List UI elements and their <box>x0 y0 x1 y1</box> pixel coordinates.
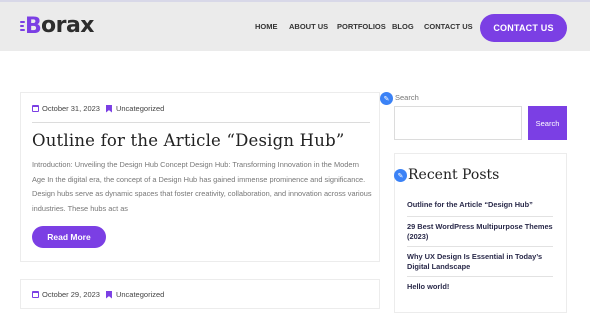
search-button[interactable]: Search <box>528 106 567 140</box>
edit-pencil-icon[interactable]: ✎ <box>394 169 407 182</box>
calendar-icon <box>32 291 39 298</box>
recent-post-link[interactable]: 29 Best WordPress Multipurpose Themes (2… <box>407 222 557 242</box>
divider <box>407 246 553 247</box>
post-card: October 31, 2023 Uncategorized Outline f… <box>20 92 380 262</box>
post-category[interactable]: Uncategorized <box>116 290 164 299</box>
post-date[interactable]: October 29, 2023 <box>42 290 100 299</box>
divider <box>407 276 553 277</box>
read-more-button[interactable]: Read More <box>32 226 106 248</box>
search-label: Search <box>395 93 419 102</box>
site-header: B orax HOME ABOUT US PORTFOLIOS BLOG CON… <box>0 0 590 51</box>
logo-letter: B <box>25 14 42 39</box>
post-title[interactable]: Outline for the Article “Design Hub” <box>32 131 344 150</box>
post-category[interactable]: Uncategorized <box>116 104 164 113</box>
post-meta: October 31, 2023 Uncategorized <box>32 104 164 113</box>
bookmark-icon <box>105 104 112 113</box>
recent-post-link[interactable]: Hello world! <box>407 282 557 292</box>
recent-posts-widget: Recent Posts Outline for the Article “De… <box>394 153 567 313</box>
divider <box>32 122 370 123</box>
site-logo[interactable]: B orax <box>20 13 95 39</box>
edit-pencil-icon[interactable]: ✎ <box>380 92 393 105</box>
contact-us-button[interactable]: CONTACT US <box>480 14 567 42</box>
post-date[interactable]: October 31, 2023 <box>42 104 100 113</box>
nav-home[interactable]: HOME <box>255 22 278 31</box>
logo-text: orax <box>41 13 95 38</box>
post-card: October 29, 2023 Uncategorized <box>20 279 380 309</box>
search-input[interactable] <box>394 106 522 140</box>
post-excerpt: Introduction: Unveiling the Design Hub C… <box>32 160 372 214</box>
divider <box>407 216 553 217</box>
post-meta: October 29, 2023 Uncategorized <box>32 290 164 299</box>
recent-posts-title: Recent Posts <box>408 167 500 183</box>
bookmark-icon <box>105 290 112 299</box>
recent-post-link[interactable]: Outline for the Article “Design Hub” <box>407 200 557 210</box>
recent-post-link[interactable]: Why UX Design Is Essential in Today’s Di… <box>407 252 557 272</box>
nav-blog[interactable]: BLOG <box>392 22 414 31</box>
nav-about-us[interactable]: ABOUT US <box>289 22 328 31</box>
nav-contact-us[interactable]: CONTACT US <box>424 22 473 31</box>
calendar-icon <box>32 105 39 112</box>
nav-portfolios[interactable]: PORTFOLIOS <box>337 22 386 31</box>
logo-mark-icon: B <box>20 14 42 38</box>
